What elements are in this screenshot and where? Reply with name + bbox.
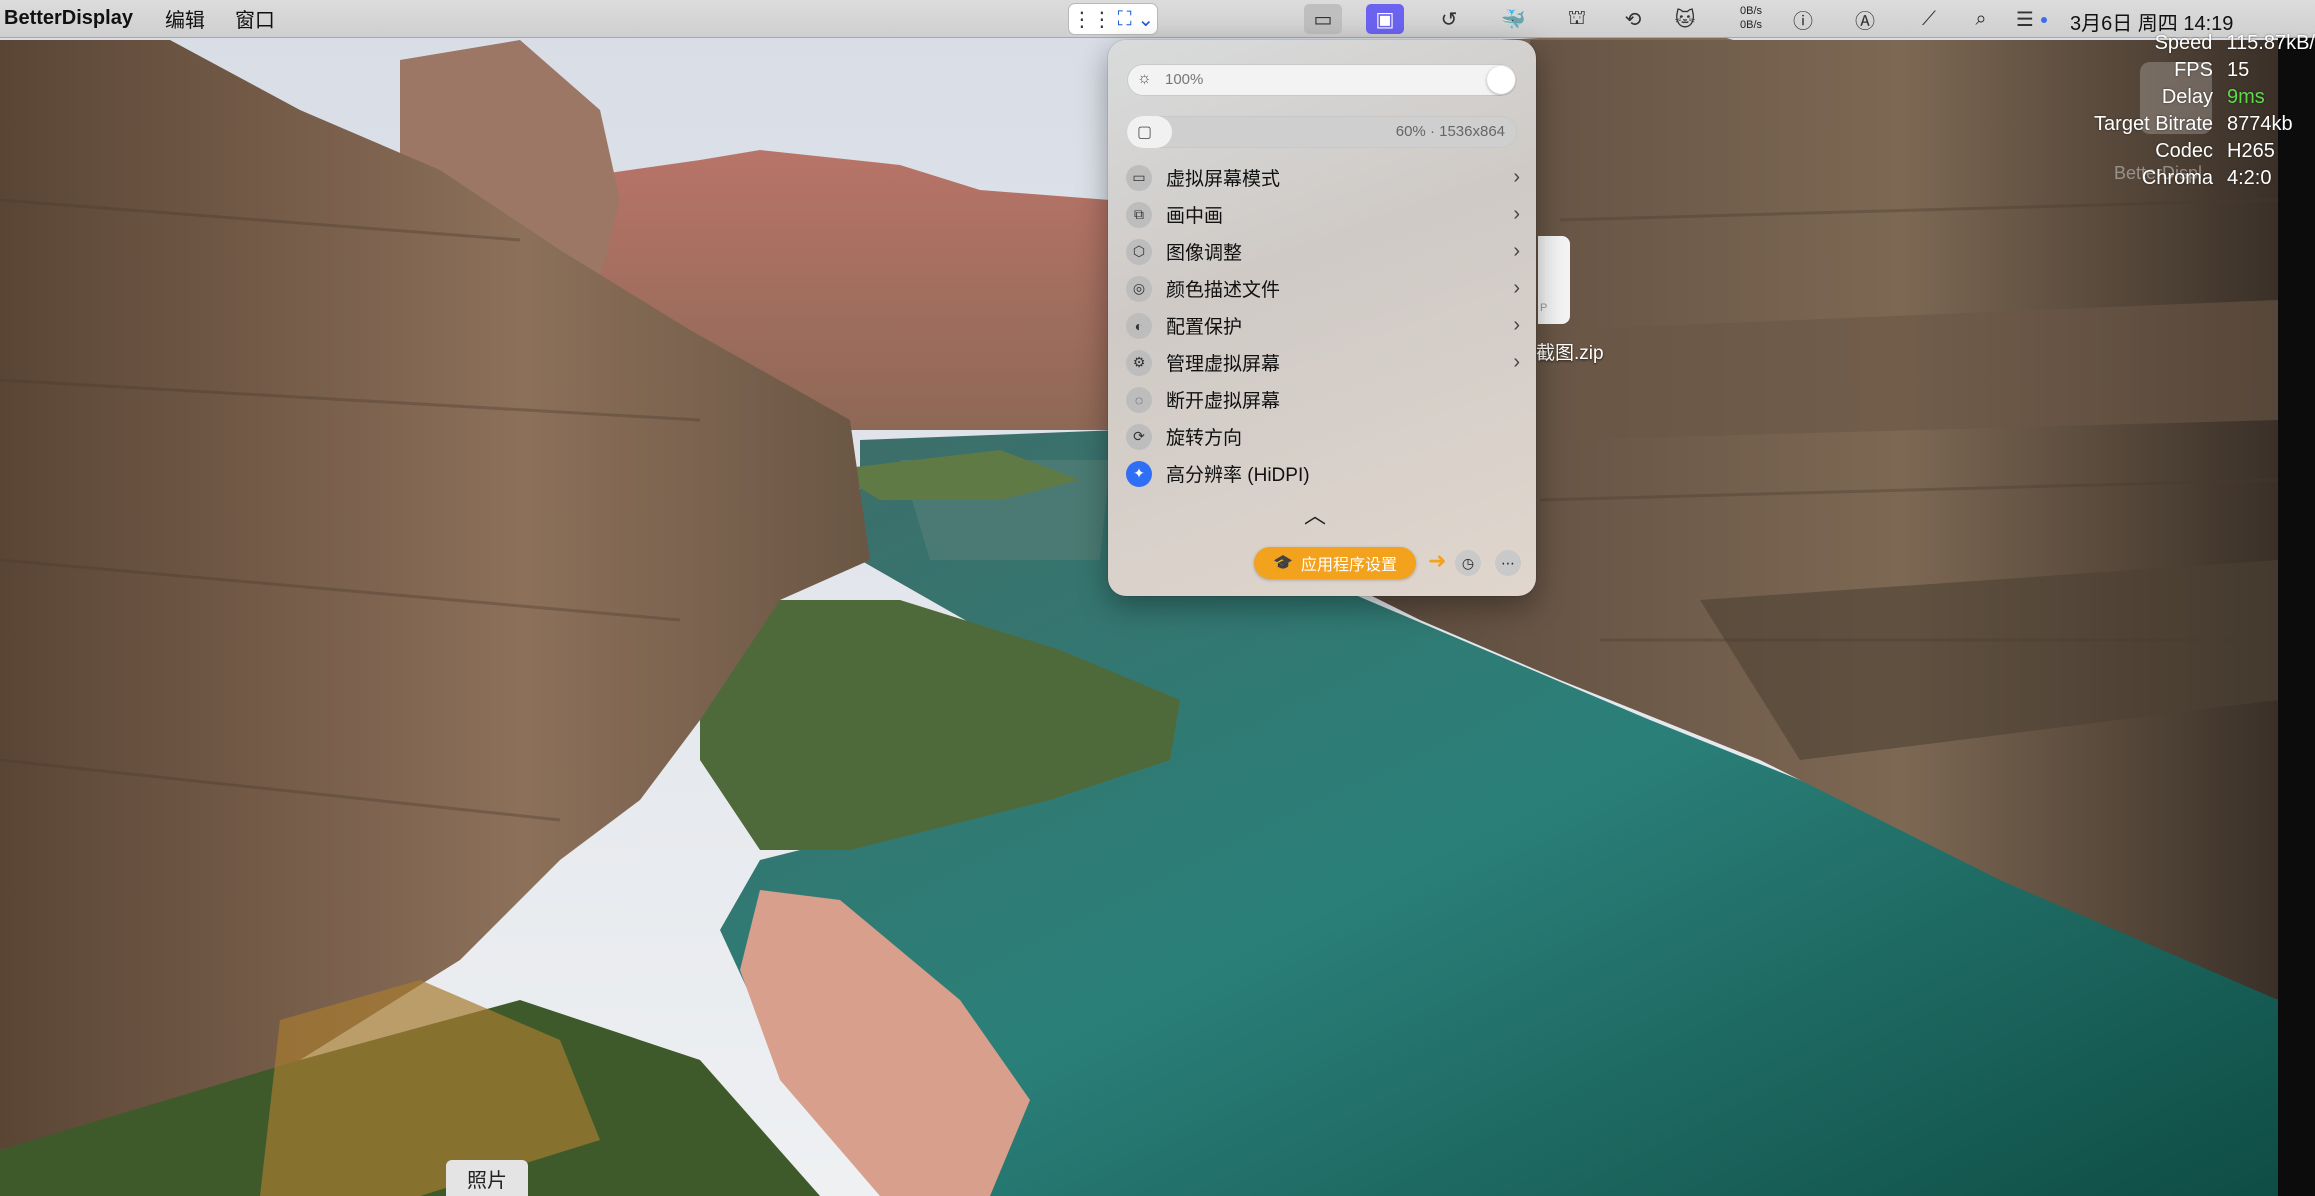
resolution-label: 60% · 1536x864 xyxy=(1395,123,1505,140)
virtual-screen-mode-icon: ▭ xyxy=(1126,164,1152,191)
brightness-label: 100% xyxy=(1165,71,1204,88)
resolution-icon: ▢ xyxy=(1137,124,1153,141)
net-down-rate: 0B/s xyxy=(1739,19,1762,31)
stat-row: Chroma 4:2:0 xyxy=(2141,167,2272,189)
chevron-right-icon: › xyxy=(1513,240,1520,262)
control-center-icon[interactable]: ☰ xyxy=(2006,4,2044,34)
app-name-menu[interactable]: BetterDisplay xyxy=(4,7,133,30)
menu-item-label: 颜色描述文件 xyxy=(1166,280,1281,301)
chevron-right-icon: › xyxy=(1513,166,1520,188)
select-icon[interactable]: ⛶ xyxy=(1118,8,1132,31)
menu-edit[interactable]: 编辑 xyxy=(165,4,205,33)
info-icon[interactable]: ⓘ xyxy=(1784,4,1822,34)
stat-row: FPS 15 xyxy=(2174,59,2250,81)
net-up-rate: 0B/s xyxy=(1739,5,1762,17)
menu-item-label: 管理虚拟屏幕 xyxy=(1166,354,1281,375)
picture-in-picture-icon: ⧉ xyxy=(1126,201,1152,228)
menu-window[interactable]: 窗口 xyxy=(235,4,275,33)
graduation-cap-icon: 🎓 xyxy=(1273,555,1293,572)
timer-icon[interactable]: ◷ xyxy=(1455,550,1481,576)
arrow-right-icon: ➜ xyxy=(1428,548,1447,573)
chevron-right-icon: › xyxy=(1513,203,1520,225)
resolution-slider[interactable]: ▢ 60% · 1536x864 xyxy=(1127,116,1517,148)
menu-item-label: 虚拟屏幕模式 xyxy=(1166,169,1281,190)
selection-tool[interactable]: ⋮⋮ ⛶ ⌄ xyxy=(1069,4,1157,34)
network-rate: 0B/s 0B/s xyxy=(1728,4,1762,32)
menu-item[interactable]: ⚙ 管理虚拟屏幕 › xyxy=(1122,344,1522,381)
display-icon[interactable]: ▭ xyxy=(1304,4,1342,34)
menu-item-label: 旋转方向 xyxy=(1166,428,1243,449)
menu-item-label: 图像调整 xyxy=(1166,243,1243,264)
extension-icon[interactable]: ⛫ xyxy=(1558,4,1596,34)
menu-item[interactable]: ✦ 高分辨率 (HiDPI) xyxy=(1122,455,1522,492)
virtual-screen-icon[interactable]: ▣ xyxy=(1366,4,1404,34)
stat-row: Speed 115.87kB/ xyxy=(2154,32,2315,54)
panel-menu: ▭ 虚拟屏幕模式 › ⧉ 画中画 › ⬡ 图像调整 › ◎ 颜色描述文件 › ◐ 配置保护 › ⚙ 管理虚拟屏幕… xyxy=(1122,159,1522,492)
menu-item[interactable]: ▭ 虚拟屏幕模式 › xyxy=(1122,159,1522,196)
search-icon[interactable]: ⌕ xyxy=(1962,4,2000,34)
input-a-icon[interactable]: Ⓐ xyxy=(1846,4,1884,34)
hidpi-icon: ✦ xyxy=(1126,460,1152,487)
betterdisplay-popup: ☼ 100% ▢ 60% · 1536x864 ▭ 虚拟屏幕模式 › ⧉ 画中画 › ⬡ 图像… xyxy=(1108,40,1536,596)
menu-item-label: 配置保护 xyxy=(1166,317,1243,338)
menu-item-label: 高分辨率 (HiDPI) xyxy=(1166,465,1310,486)
menu-item[interactable]: ◌ 断开虚拟屏幕 xyxy=(1122,381,1522,418)
cat-icon[interactable]: 🐱 xyxy=(1666,4,1704,34)
chevron-right-icon: › xyxy=(1513,351,1520,373)
slider-knob[interactable] xyxy=(1487,66,1515,94)
app-settings-button[interactable]: 🎓 应用程序设置 xyxy=(1254,547,1416,579)
brightness-slider[interactable]: ☼ 100% xyxy=(1127,64,1517,96)
color-profile-icon: ◎ xyxy=(1126,275,1152,302)
sun-icon: ☼ xyxy=(1137,70,1152,87)
menu-item-label: 画中画 xyxy=(1166,206,1224,227)
collapse-chevron-icon[interactable]: ︿ xyxy=(1304,498,1326,530)
menu-item[interactable]: ⬡ 图像调整 › xyxy=(1122,233,1522,270)
zip-file-icon[interactable]: P xyxy=(1538,236,1570,324)
sync-icon[interactable]: ⟲ xyxy=(1614,4,1652,34)
rotate-icon: ⟳ xyxy=(1126,423,1152,450)
notification-dot xyxy=(2041,17,2047,23)
menu-item[interactable]: ⟳ 旋转方向 xyxy=(1122,418,1522,455)
disconnect-icon: ◌ xyxy=(1126,386,1152,413)
drag-handle-icon: ⋮⋮ xyxy=(1071,8,1112,31)
file-type-tag: P xyxy=(1540,302,1548,314)
stat-row: Codec H265 xyxy=(2155,140,2275,162)
chevron-right-icon: › xyxy=(1513,277,1520,299)
history-icon[interactable]: ↺ xyxy=(1430,4,1468,34)
desktop-file-label[interactable]: 截图.zip xyxy=(1536,338,1604,365)
chevron-down-icon[interactable]: ⌄ xyxy=(1137,7,1154,32)
menu-item-label: 断开虚拟屏幕 xyxy=(1166,391,1281,412)
stat-row: Target Bitrate 8774kb xyxy=(2094,113,2293,135)
menu-item[interactable]: ◎ 颜色描述文件 › xyxy=(1122,270,1522,307)
menu-item[interactable]: ◐ 配置保护 › xyxy=(1122,307,1522,344)
chevron-right-icon: › xyxy=(1513,314,1520,336)
docker-icon[interactable]: 🐳 xyxy=(1494,4,1532,34)
dock-tooltip: 照片 xyxy=(446,1160,528,1196)
manage-screens-icon: ⚙ xyxy=(1126,349,1152,376)
image-adjust-icon: ⬡ xyxy=(1126,238,1152,265)
stream-stats-overlay: Speed 115.87kB/ FPS 15 Delay 9ms Target Bit… xyxy=(2060,30,2315,192)
more-icon[interactable]: ⋯ xyxy=(1495,550,1521,576)
wifi-off-icon[interactable]: ⟋ xyxy=(1910,4,1948,34)
stat-row: Delay 9ms xyxy=(2161,86,2265,108)
app-settings-label: 应用程序设置 xyxy=(1300,557,1397,574)
menu-item[interactable]: ⧉ 画中画 › xyxy=(1122,196,1522,233)
protection-icon: ◐ xyxy=(1126,312,1152,339)
